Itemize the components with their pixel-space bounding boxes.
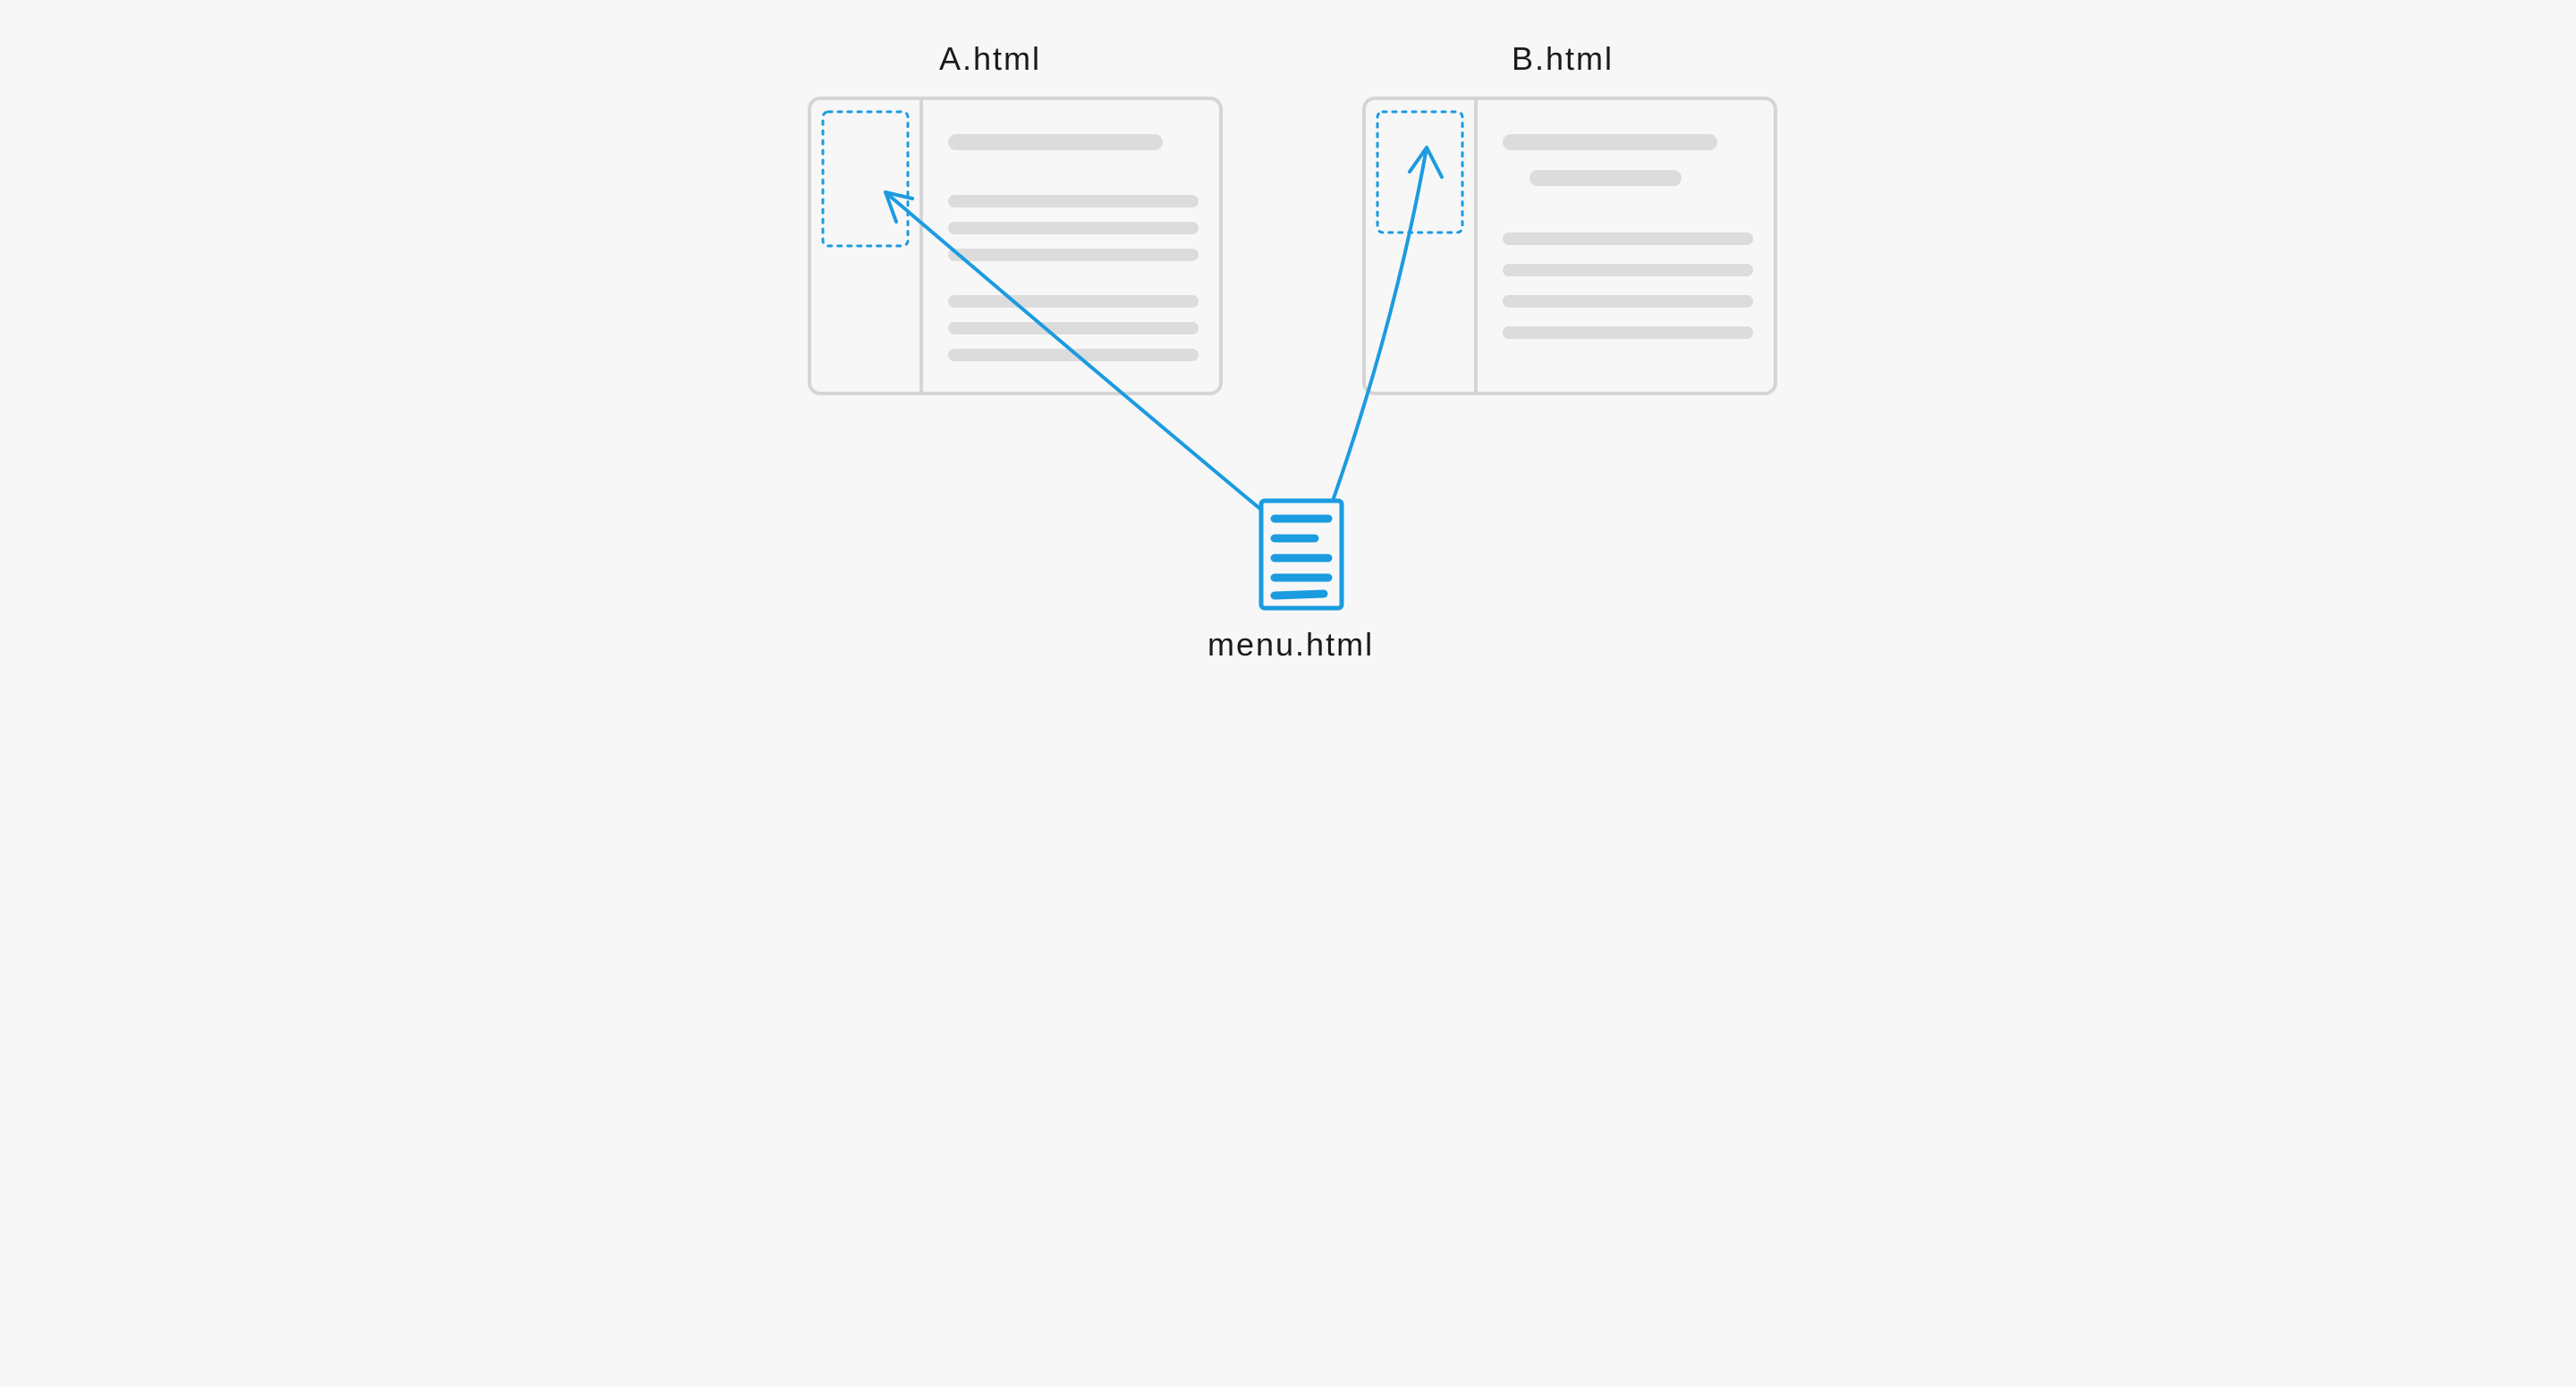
label-menu: menu.html xyxy=(1208,626,1374,664)
menu-partial-icon xyxy=(1261,501,1342,608)
page-a-include-slot xyxy=(823,112,908,246)
arrow-menu-to-a xyxy=(886,192,1261,510)
page-b-include-slot xyxy=(1377,112,1462,233)
diagram-svg xyxy=(617,0,1959,723)
page-b-wireframe xyxy=(1364,98,1775,393)
arrow-menu-to-b xyxy=(1333,148,1442,501)
diagram-canvas: A.html B.html menu.html xyxy=(617,0,1959,723)
label-page-b: B.html xyxy=(1512,40,1614,78)
page-a-wireframe xyxy=(809,98,1221,393)
label-page-a: A.html xyxy=(939,40,1041,78)
